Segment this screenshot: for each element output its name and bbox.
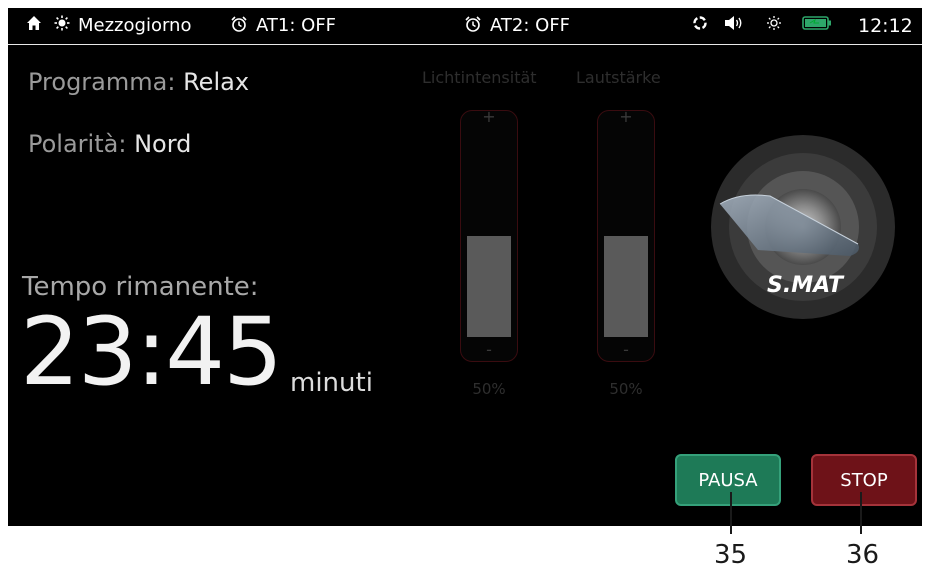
sun-icon [54,15,70,31]
light-intensity-minus-button[interactable]: - [460,340,518,359]
callout-line-36 [860,492,862,534]
remaining-time-value: 23:45 [20,298,283,407]
volume-percent: 50% [609,380,643,398]
light-intensity-percent: 50% [472,380,506,398]
volume-minus-button[interactable]: - [597,340,655,359]
callout-35: 35 [714,540,748,570]
volume-fill [604,235,648,337]
smat-logo: S.MAT [711,135,895,319]
light-intensity-plus-button[interactable]: + [460,107,518,126]
program-value: Relax [183,68,250,96]
polarity-row: Polarità: Nord [28,130,191,158]
light-intensity-slider[interactable]: + - [460,107,518,362]
home-icon[interactable] [26,15,42,31]
smat-logo-text: S.MAT [767,273,845,298]
alarm-clock-icon [230,15,248,33]
callout-36: 36 [846,540,880,570]
battery-icon [802,15,832,31]
status-bar: Mezzogiorno AT1: OFF AT2: OFF 12:12 [8,8,922,45]
pause-button[interactable]: PAUSA [675,454,781,506]
polarity-label: Polarità: [28,130,127,158]
speaker-icon [724,15,744,31]
light-intensity-fill [467,235,511,337]
alarm2-status[interactable]: AT2: OFF [490,15,570,37]
device-screen: Mezzogiorno AT1: OFF AT2: OFF 12:12 Prog… [8,8,922,526]
callout-line-35 [730,492,732,534]
alarm1-status[interactable]: AT1: OFF [256,15,336,37]
light-intensity-title: Lichtintensität [422,68,537,87]
program-row: Programma: Relax [28,68,249,96]
program-label: Programma: [28,68,176,96]
slider-track [604,134,648,337]
volume-title: Lautstärke [576,68,661,87]
slider-track [467,134,511,337]
refresh-icon [692,15,708,31]
volume-slider[interactable]: + - [597,107,655,362]
period-label: Mezzogiorno [78,15,192,36]
remaining-time-unit: minuti [290,368,373,398]
alarm-clock-icon [464,15,482,33]
stop-button[interactable]: STOP [811,454,917,506]
brightness-icon [766,15,782,31]
clock: 12:12 [858,15,913,37]
polarity-value: Nord [134,130,192,158]
volume-plus-button[interactable]: + [597,107,655,126]
